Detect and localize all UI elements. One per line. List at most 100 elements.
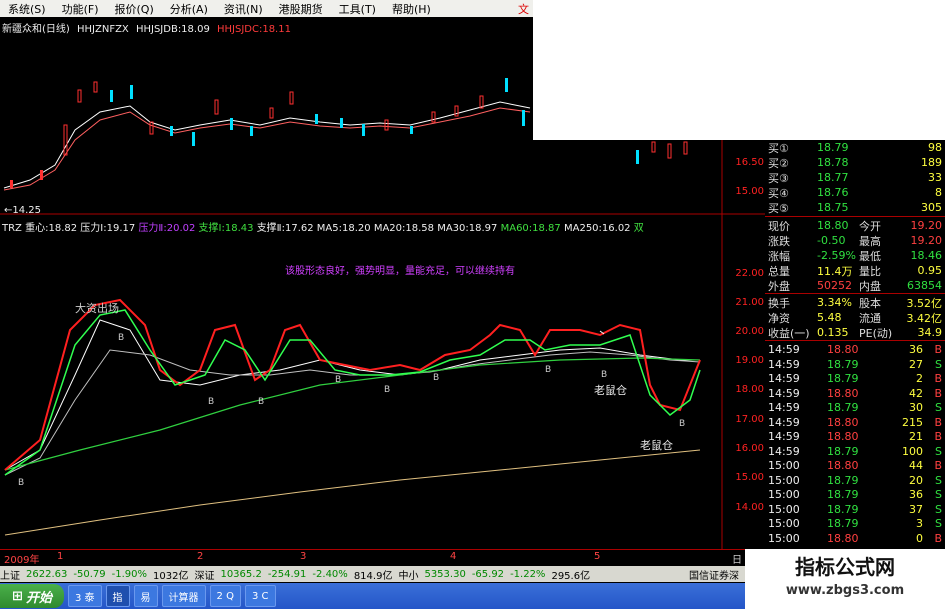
tick-volume: 44 bbox=[909, 459, 923, 472]
legend-ma60: MA60:18.87 bbox=[500, 223, 561, 234]
legend-ma250: MA250:16.02 bbox=[563, 223, 631, 234]
candle bbox=[149, 121, 154, 135]
tick-volume: 21 bbox=[909, 430, 923, 443]
bid-label: 买② bbox=[768, 156, 789, 170]
stat-value: -2.59% bbox=[817, 249, 856, 262]
menu-function[interactable]: 功能(F) bbox=[54, 1, 107, 17]
upper-tick-1650: 16.50 bbox=[735, 157, 764, 168]
tick-price: 18.80 bbox=[827, 343, 859, 356]
menu-close-char[interactable]: 文 bbox=[518, 1, 533, 17]
tick-volume: 215 bbox=[902, 415, 923, 429]
stat-label: 总量 bbox=[768, 264, 790, 278]
stat-value: 3.52亿 bbox=[906, 296, 943, 310]
stat-label: 今开 bbox=[859, 219, 881, 233]
stat-value: 5.48 bbox=[817, 311, 842, 324]
b-marker: B bbox=[384, 385, 391, 395]
watermark-title: 指标公式网 bbox=[795, 555, 895, 579]
stat-value: 0.95 bbox=[917, 264, 943, 277]
stat-value: -0.50 bbox=[817, 234, 846, 247]
upper-ma-line-white bbox=[3, 101, 531, 189]
menu-news[interactable]: 资讯(N) bbox=[216, 1, 271, 17]
stat-value: 3.42亿 bbox=[906, 311, 943, 325]
taskbar-item[interactable]: 指 bbox=[105, 585, 130, 607]
rat-annotation-1: 老鼠仓 bbox=[594, 384, 627, 397]
b-marker: B bbox=[208, 397, 215, 407]
tick-price: 18.79 bbox=[827, 444, 859, 458]
taskbar-item[interactable]: 易 bbox=[133, 585, 158, 607]
tick-volume: 100 bbox=[902, 444, 923, 458]
menu-help[interactable]: 帮助(H) bbox=[384, 1, 439, 17]
stat-row: 总量 11.4万 量比 0.95 bbox=[765, 263, 945, 278]
bid-row-5: 买⑤ 18.75 305 bbox=[765, 200, 945, 215]
stat-label: 外盘 bbox=[768, 279, 790, 293]
menu-analysis[interactable]: 分析(A) bbox=[162, 1, 216, 17]
tick-time: 14:59 bbox=[768, 415, 800, 429]
bid-label: 买① bbox=[768, 141, 789, 155]
sz-amount: 814.9亿 bbox=[353, 570, 393, 582]
candle bbox=[362, 124, 365, 136]
stat-value: 50252 bbox=[817, 279, 852, 292]
bid-volume: 8 bbox=[935, 186, 942, 199]
tick-side: S bbox=[935, 488, 942, 501]
candle bbox=[192, 132, 195, 146]
candle bbox=[130, 85, 133, 99]
lower-tick: 17.00 bbox=[735, 414, 764, 425]
menu-quote[interactable]: 报价(Q) bbox=[107, 1, 162, 17]
zx-amount: 295.6亿 bbox=[551, 570, 591, 582]
zx-value: 5353.30 bbox=[424, 568, 466, 580]
candle bbox=[289, 91, 294, 105]
tick-time: 15:00 bbox=[768, 488, 800, 501]
stat-value: 34.9 bbox=[917, 326, 943, 339]
upper-tick-1500: 15.00 bbox=[735, 186, 764, 197]
sh-pct: -1.90% bbox=[111, 568, 147, 580]
quote-panel: 买① 18.79 98 买② 18.78 189 买③ 18.77 33 买④ … bbox=[765, 140, 945, 545]
candle bbox=[315, 114, 318, 124]
date-tick: 1 bbox=[57, 551, 64, 562]
bid-row-4: 买④ 18.76 8 bbox=[765, 185, 945, 200]
candle bbox=[40, 170, 43, 180]
zx-label: 中小 bbox=[398, 570, 419, 582]
tick-price: 18.79 bbox=[827, 401, 859, 414]
sh-change: -50.79 bbox=[73, 568, 106, 580]
legend-zhongxin: 重心:18.82 bbox=[25, 223, 78, 234]
tick-time: 15:00 bbox=[768, 459, 800, 472]
tick-row: 15:00 18.79 37 S bbox=[765, 502, 945, 517]
b-marker: B bbox=[679, 419, 686, 429]
menu-hk-futures[interactable]: 港股期货 bbox=[271, 1, 331, 17]
menu-system[interactable]: 系统(S) bbox=[0, 1, 54, 17]
bid-row-2: 买② 18.78 189 bbox=[765, 155, 945, 170]
stat-row: 净资 5.48 流通 3.42亿 bbox=[765, 310, 945, 325]
bid-volume: 98 bbox=[928, 141, 942, 154]
stat-label: 内盘 bbox=[859, 279, 881, 293]
legend-yali2: 压力Ⅱ:20.02 bbox=[138, 223, 196, 234]
candle bbox=[250, 126, 253, 136]
legend-zhicheng1: 支撑Ⅰ:18.43 bbox=[198, 223, 254, 234]
tick-volume: 3 bbox=[916, 517, 923, 530]
b-marker: B bbox=[433, 373, 440, 383]
sz-change: -254.91 bbox=[267, 568, 307, 580]
taskbar-item[interactable]: 3 C bbox=[244, 585, 276, 607]
tick-row: 14:59 18.80 42 B bbox=[765, 386, 945, 401]
taskbar-item[interactable]: 3 泰 bbox=[68, 585, 102, 607]
start-button[interactable]: ⊞ 开始 bbox=[0, 584, 64, 608]
tick-volume: 20 bbox=[909, 473, 923, 487]
stat-row: 外盘 50252 内盘 63854 bbox=[765, 278, 945, 293]
candle bbox=[10, 180, 13, 188]
tick-time: 14:59 bbox=[768, 343, 800, 356]
candle bbox=[110, 90, 113, 102]
date-tick: 3 bbox=[300, 551, 307, 562]
menu-tools[interactable]: 工具(T) bbox=[331, 1, 384, 17]
stat-label: 收益(一) bbox=[768, 326, 810, 340]
price-low-label: ←14.25 bbox=[4, 205, 42, 216]
taskbar-item[interactable]: 计算器 bbox=[161, 585, 206, 607]
stat-value: 3.34% bbox=[817, 296, 852, 309]
taskbar-item[interactable]: 2 Q bbox=[209, 585, 241, 607]
candle bbox=[93, 81, 98, 93]
tick-time: 14:59 bbox=[768, 386, 800, 400]
big-bull-annotation: 大资出场 bbox=[75, 302, 119, 315]
tick-price: 18.80 bbox=[827, 430, 859, 443]
lower-tick: 14.00 bbox=[735, 502, 764, 513]
indicator-line-tan bbox=[4, 449, 701, 536]
candle bbox=[479, 95, 484, 109]
legend-extra: 双 bbox=[633, 223, 644, 234]
